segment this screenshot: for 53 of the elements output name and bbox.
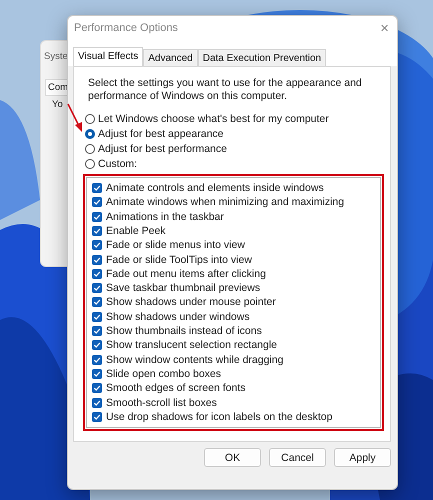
checkbox-label[interactable]: Fade or slide menus into view [106,239,245,252]
close-button[interactable]: ✕ [380,22,389,34]
checkbox[interactable] [92,283,102,294]
checkbox[interactable] [92,268,102,279]
dialog-button[interactable]: Cancel [269,448,326,467]
checkbox-label[interactable]: Show translucent selection rectangle [106,339,278,352]
checkbox-label[interactable]: Animate windows when minimizing and maximizing [106,196,344,208]
checkbox-label[interactable]: Animate controls and elements inside windows [106,182,324,194]
checkbox-label[interactable]: Show window contents while dragging [106,354,284,366]
checkbox-label[interactable]: Animations in the taskbar [106,210,224,223]
checkbox-label[interactable]: Fade or slide ToolTips into view [106,254,252,266]
label: Yo [52,99,63,110]
checkbox[interactable] [92,368,102,379]
checkbox[interactable] [92,254,102,265]
radio-button[interactable] [85,129,95,140]
checkbox[interactable] [92,398,102,408]
radio-button[interactable] [85,159,95,170]
checkbox[interactable] [92,312,102,322]
radio-label[interactable]: Let Windows choose what's best for my computer [98,113,329,126]
checkbox-label[interactable]: Show shadows under mouse pointer [106,296,276,308]
checkbox[interactable] [92,226,102,236]
checkbox-label[interactable]: Slide open combo boxes [106,368,221,380]
tab[interactable]: Data Execution Prevention [198,49,326,66]
checkbox[interactable] [92,326,102,336]
checkbox-label[interactable]: Use drop shadows for icon labels on the desktop [106,410,332,423]
checkbox[interactable] [92,183,102,194]
window-title: Performance Options [74,22,178,34]
radio-label[interactable]: Custom: [98,158,138,170]
radio-label[interactable]: Adjust for best performance [98,143,227,156]
radio-button[interactable] [85,144,95,154]
radio-button[interactable] [85,114,95,124]
checkbox[interactable] [92,412,102,422]
checkbox[interactable] [92,354,102,365]
checkbox-label[interactable]: Enable Peek [106,224,166,237]
tab[interactable]: Advanced [143,49,198,66]
dialog-button[interactable]: Apply [334,448,391,467]
checkbox-label[interactable]: Fade out menu items after clicking [106,268,266,280]
checkbox[interactable] [92,340,102,350]
checkbox-label[interactable]: Show shadows under windows [106,310,250,323]
description: Select the settings you want to use for the appearance and performance of Windows on this computer. [87,77,363,103]
checkbox-label[interactable]: Save taskbar thumbnail previews [106,282,260,294]
checkbox-label[interactable]: Smooth-scroll list boxes [106,396,217,409]
checkbox[interactable] [92,240,102,250]
checkbox[interactable] [92,383,102,394]
dialog-button[interactable]: OK [204,448,261,467]
checkbox[interactable] [92,212,102,222]
checkbox-label[interactable]: Smooth edges of screen fonts [106,382,246,394]
tab[interactable]: Visual Effects [73,47,144,66]
checkbox[interactable] [92,297,102,308]
radio-label[interactable]: Adjust for best appearance [98,128,224,140]
checkbox[interactable] [92,197,102,208]
checkbox-label[interactable]: Show thumbnails instead of icons [106,325,262,338]
window-title: Syste [44,51,68,62]
